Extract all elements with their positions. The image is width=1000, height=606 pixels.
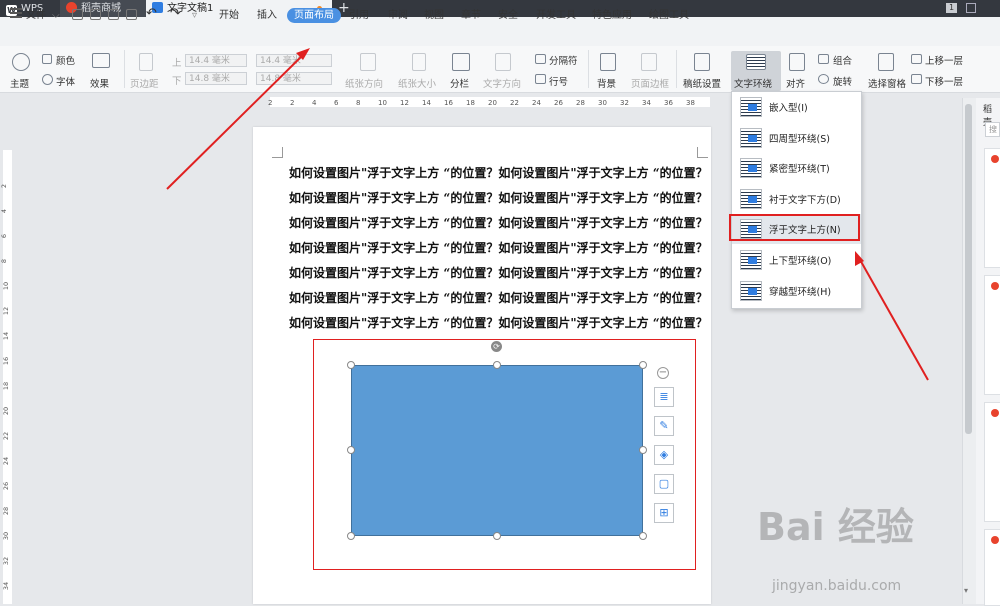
baidu-watermark-url: jingyan.baidu.com (772, 578, 902, 594)
baidu-watermark-logo: Bai 经验 (757, 505, 914, 549)
annotation-arrow-float-option (858, 257, 929, 381)
annotation-arrowhead (296, 48, 310, 60)
annotation-arrow-page-layout (166, 52, 306, 190)
